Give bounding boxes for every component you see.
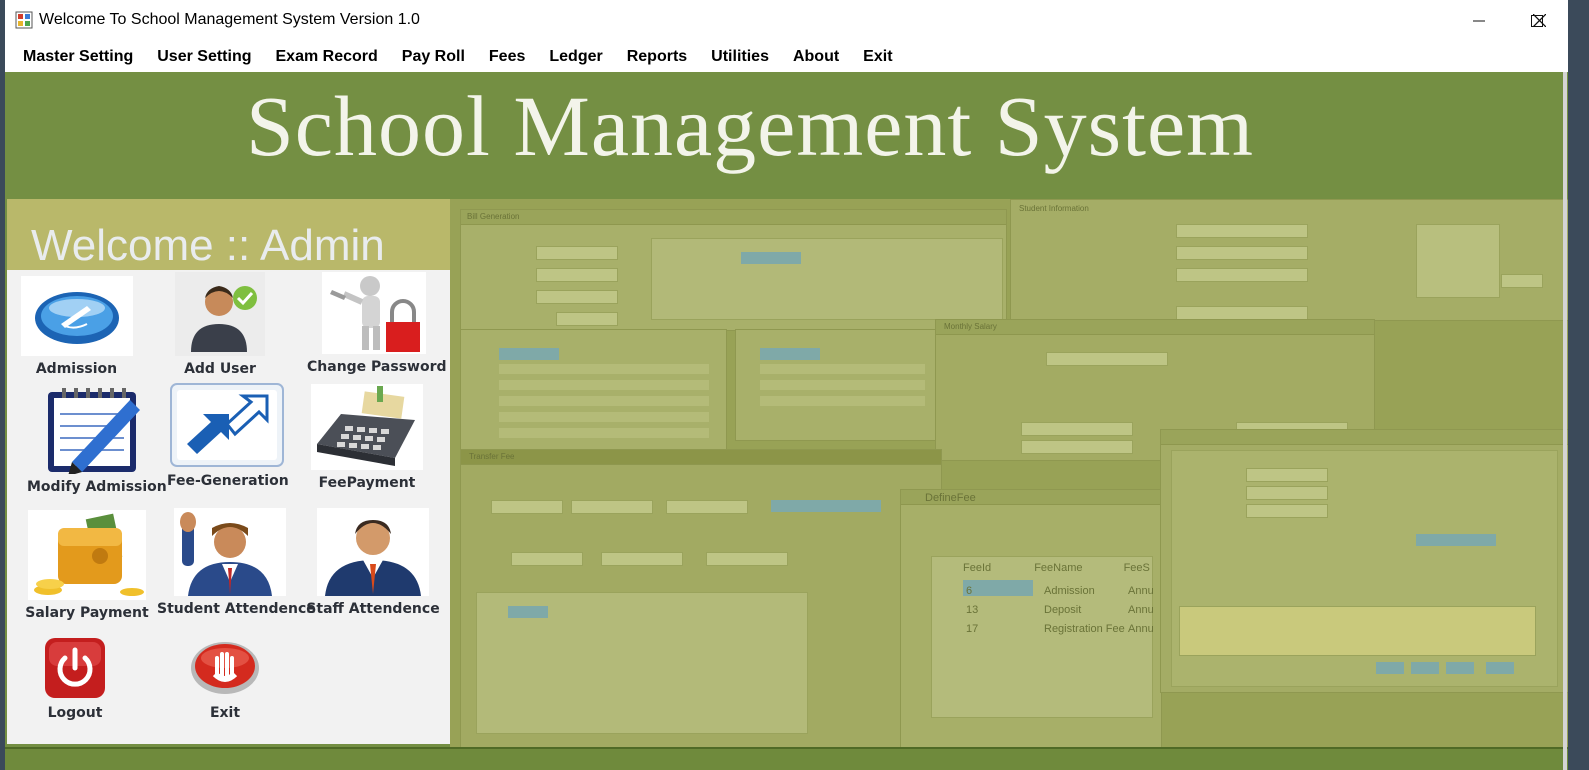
menu-user-setting[interactable]: User Setting — [149, 48, 257, 66]
ghost-col-feeid: FeeId — [963, 562, 992, 574]
ghost-cell: 13 — [966, 604, 979, 616]
fee-payment-label: FeePayment — [318, 475, 416, 491]
fee-generation-icon — [170, 383, 284, 467]
power-icon — [45, 638, 105, 698]
add-user-tile[interactable]: Add User — [167, 272, 273, 377]
change-password-label: Change Password — [307, 359, 447, 375]
fee-payment-tile[interactable]: FeePayment — [307, 384, 427, 491]
shortcut-panel: Admission Add User Change Password Modif… — [7, 270, 450, 744]
background-collage: Bill Generation Student Information Mont… — [450, 199, 1568, 747]
main-window: Welcome To School Management System Vers… — [5, 0, 1568, 770]
salary-payment-tile[interactable]: Salary Payment — [17, 510, 157, 621]
welcome-panel: Welcome :: Admin — [7, 199, 450, 270]
ghost-cell: Annu — [1128, 623, 1154, 635]
change-password-icon — [321, 272, 426, 354]
minimize-button[interactable] — [1450, 0, 1508, 41]
app-icon — [15, 11, 33, 29]
ghost-fee-status-table — [735, 329, 937, 441]
admission-icon — [20, 276, 133, 356]
ghost-bill-generation-window: Bill Generation — [460, 209, 1007, 331]
fee-generation-label: Fee-Generation — [167, 473, 289, 489]
fee-payment-icon — [311, 384, 423, 470]
ghost-title-define-fee: DefineFee — [925, 492, 976, 504]
exit-label: Exit — [209, 705, 241, 721]
logout-tile[interactable]: Logout — [35, 636, 115, 721]
ghost-cell: Annu — [1128, 604, 1154, 616]
menu-utilities[interactable]: Utilities — [703, 48, 775, 66]
menu-exit[interactable]: Exit — [855, 48, 898, 66]
ghost-cell: 6 — [966, 585, 973, 597]
student-attendence-tile[interactable]: Student Attendence — [157, 508, 316, 617]
ghost-title-transfer-fee: Transfer Fee — [469, 452, 515, 461]
modify-admission-tile[interactable]: Modify Admission — [27, 386, 167, 495]
banner-title: School Management System — [245, 78, 1255, 174]
staff-attendence-label: Staff Attendence — [306, 601, 440, 617]
menu-about[interactable]: About — [785, 48, 845, 66]
close-icon — [1532, 14, 1546, 27]
ghost-col-feename: FeeName — [1034, 562, 1083, 574]
main-area: School Management System Bill Generation — [5, 72, 1568, 770]
modify-admission-label: Modify Admission — [27, 479, 167, 495]
change-password-tile[interactable]: Change Password — [307, 272, 447, 375]
stop-hand-icon — [191, 642, 259, 694]
student-attendence-icon — [173, 508, 286, 596]
close-button[interactable] — [1510, 0, 1568, 41]
logout-label: Logout — [47, 705, 103, 721]
menu-bar: Master Setting User Setting Exam Record … — [5, 41, 1568, 72]
menu-fees[interactable]: Fees — [481, 48, 531, 66]
student-attendence-label: Student Attendence — [157, 601, 316, 617]
salary-payment-icon — [28, 510, 146, 600]
admission-tile[interactable]: Admission — [19, 276, 134, 377]
menu-exam-record[interactable]: Exam Record — [268, 48, 384, 66]
salary-payment-label: Salary Payment — [25, 605, 149, 621]
window-right-edge — [1563, 72, 1567, 770]
menu-ledger[interactable]: Ledger — [541, 48, 608, 66]
ghost-cell: Registration Fee — [1044, 623, 1125, 635]
minimize-icon — [1473, 20, 1485, 21]
ghost-student-information: Student Information — [1010, 199, 1568, 321]
ghost-cell: Admission — [1044, 585, 1095, 597]
staff-attendence-tile[interactable]: Staff Attendence — [303, 508, 443, 617]
ghost-staff-window — [1160, 429, 1568, 693]
menu-pay-roll[interactable]: Pay Roll — [394, 48, 471, 66]
staff-attendence-icon — [317, 508, 429, 596]
add-user-icon — [175, 272, 265, 356]
ghost-grid-header: FeeId FeeName FeeS — [963, 562, 1150, 574]
ghost-cell: Annu — [1128, 585, 1154, 597]
exit-tile[interactable]: Exit — [185, 636, 265, 721]
menu-master-setting[interactable]: Master Setting — [15, 48, 139, 66]
status-strip — [5, 747, 1568, 770]
ghost-cell: 17 — [966, 623, 979, 635]
window-title: Welcome To School Management System Vers… — [39, 11, 420, 28]
ghost-col-fees: FeeS — [1123, 562, 1150, 574]
ghost-title-monthly-salary: Monthly Salary — [944, 322, 997, 331]
welcome-text: Welcome :: Admin — [31, 221, 385, 270]
admission-label: Admission — [35, 361, 118, 377]
modify-admission-icon — [48, 388, 140, 476]
title-bar: Welcome To School Management System Vers… — [5, 0, 1568, 41]
ghost-define-fee: DefineFee FeeId FeeName FeeS 6 Admission A… — [900, 489, 1162, 747]
ghost-grid-rows: 6 Admission Annu 13 Deposit Annu 17 Registrat… — [966, 582, 1154, 639]
ghost-title-bill-generation: Bill Generation — [467, 212, 520, 221]
ghost-fee-table — [460, 329, 727, 451]
ghost-title-student-information: Student Information — [1019, 204, 1089, 213]
menu-reports[interactable]: Reports — [619, 48, 693, 66]
ghost-cell: Deposit — [1044, 604, 1082, 616]
add-user-label: Add User — [184, 361, 256, 377]
ghost-transfer-fee: Transfer Fee — [460, 449, 942, 747]
fee-generation-tile[interactable]: Fee-Generation — [167, 382, 289, 489]
